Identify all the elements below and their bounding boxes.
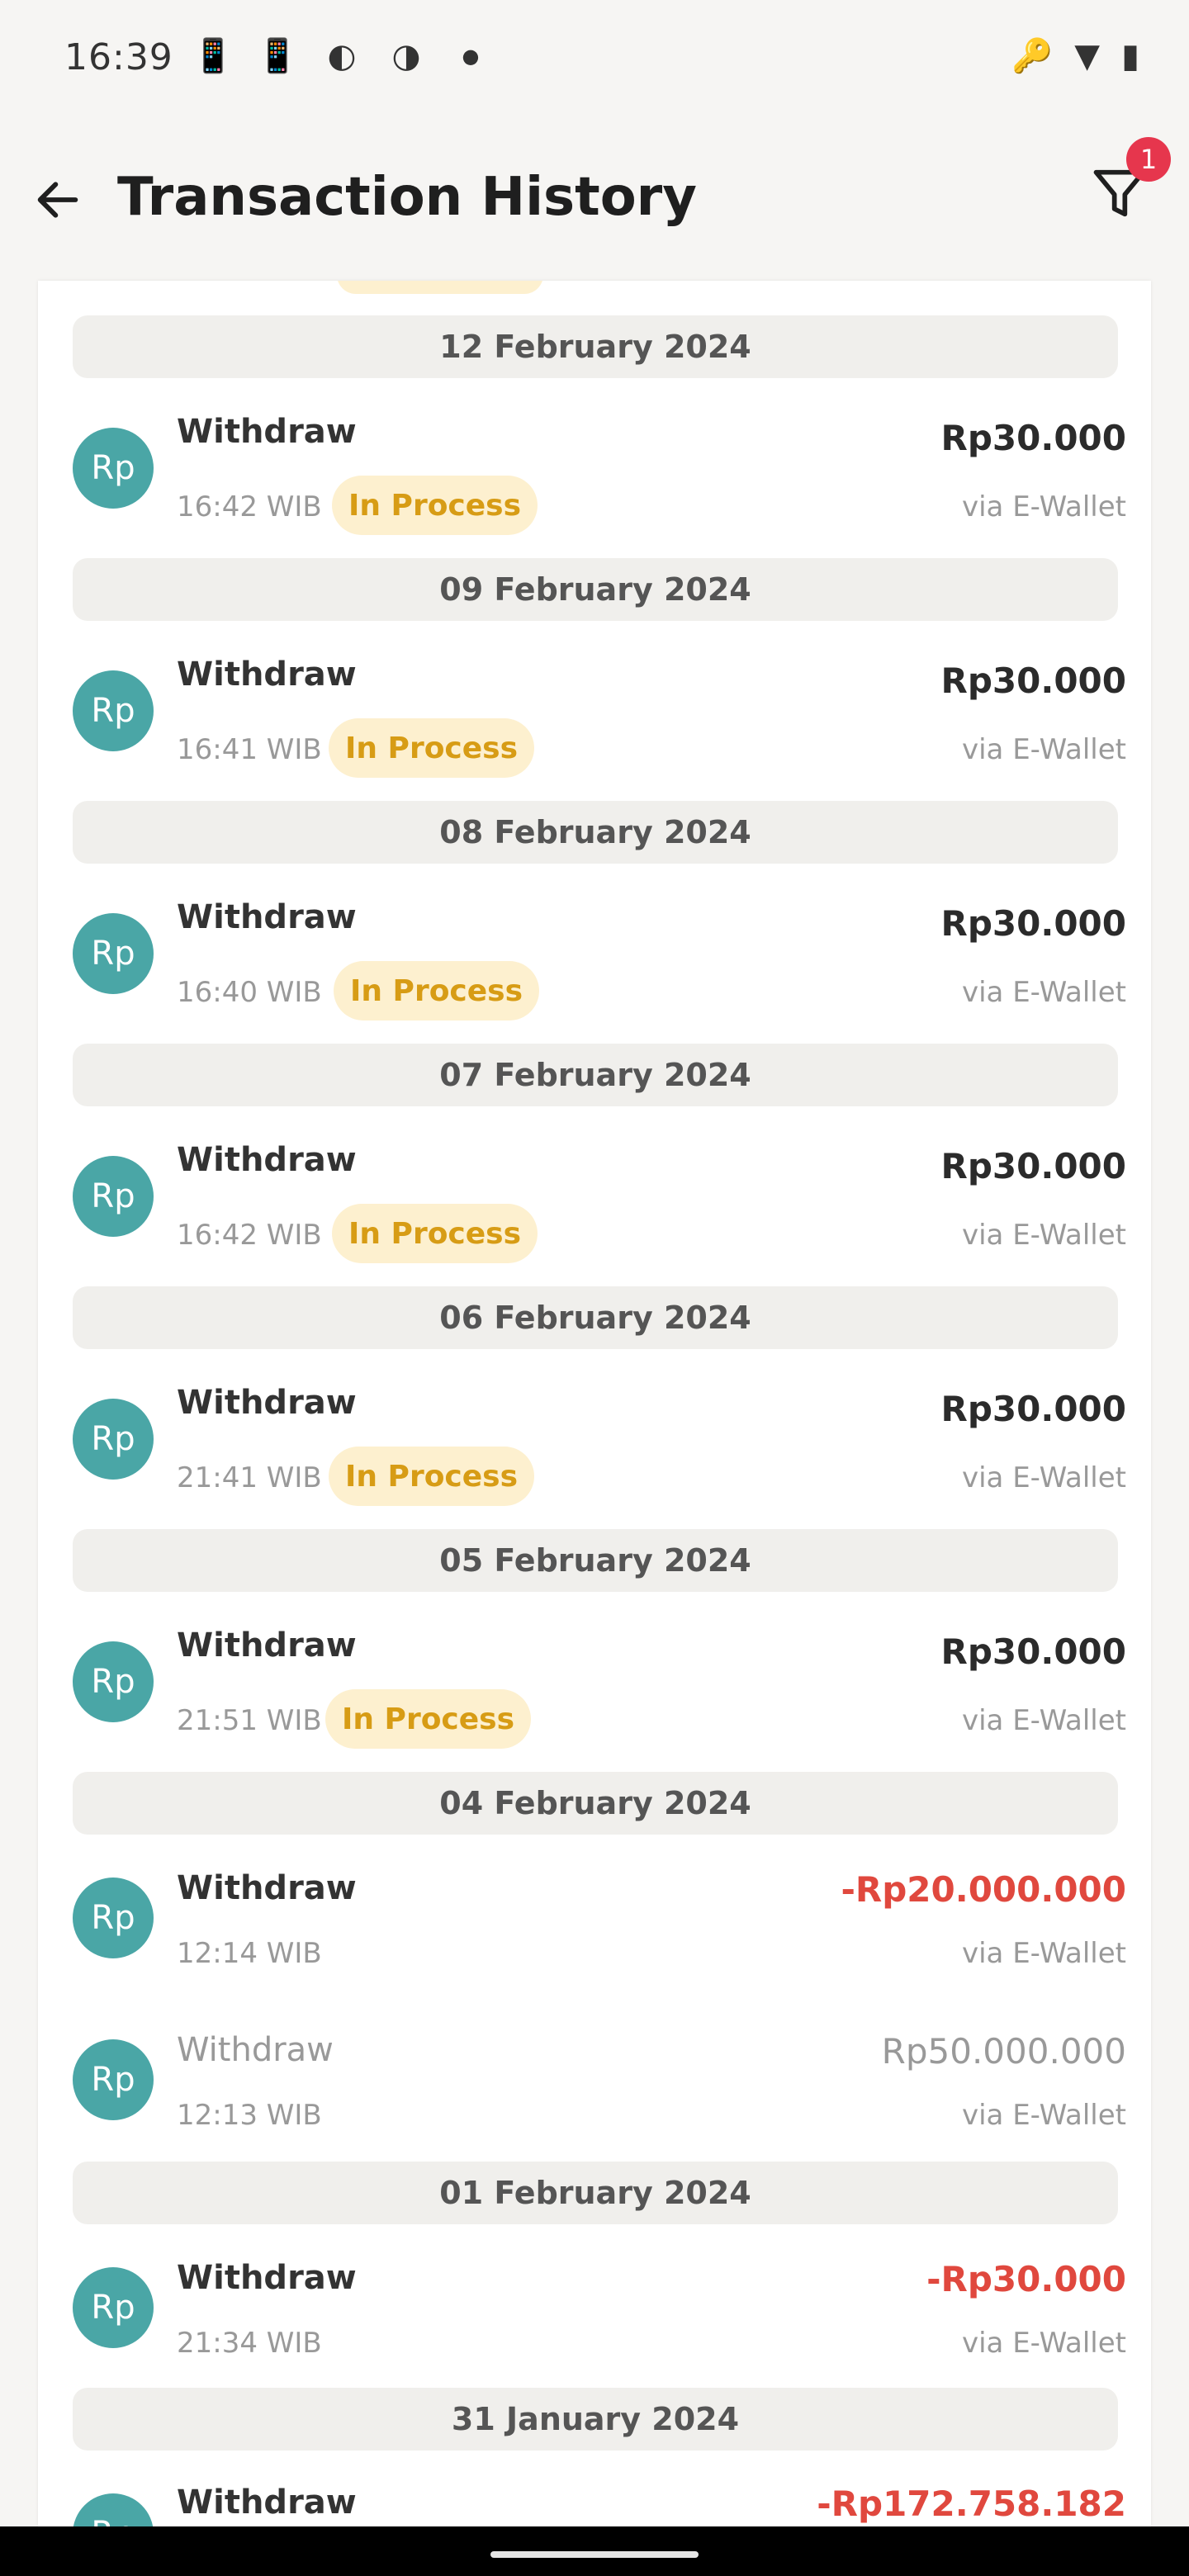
status-badge: In Process <box>329 1447 535 1506</box>
transaction-time: 16:41 WIB <box>177 733 322 766</box>
dot-icon: ● <box>462 44 480 68</box>
avatar: Rp <box>73 2493 154 2526</box>
avatar: Rp <box>73 1878 154 1958</box>
back-button[interactable] <box>25 167 91 233</box>
avatar: Rp <box>73 670 154 751</box>
transaction-method: via E-Wallet <box>961 1461 1126 1494</box>
date-header: 12 February 2024 <box>73 315 1118 378</box>
home-indicator[interactable] <box>490 2551 699 2558</box>
sim-icon: 📱 <box>257 37 298 75</box>
status-time: 16:39 <box>64 36 173 78</box>
date-header: 06 February 2024 <box>73 1286 1118 1349</box>
transaction-method: via E-Wallet <box>961 1219 1126 1252</box>
sim-icon: 📱 <box>192 37 234 75</box>
transaction-amount: Rp30.000 <box>940 1389 1126 1429</box>
key-icon: 🔑 <box>1011 37 1054 75</box>
filter-count-badge: 1 <box>1126 137 1171 182</box>
transaction-list: 12 February 2024 Rp Withdraw 16:42 WIB I… <box>38 281 1151 2526</box>
status-bar: 16:39 📱 📱 ◐ ◑ ● 🔑 ▼ ▮ <box>0 0 1189 116</box>
app-icon: ◑ <box>391 36 421 75</box>
transaction-amount: Rp30.000 <box>940 1146 1126 1186</box>
transaction-amount: Rp30.000 <box>940 418 1126 458</box>
avatar: Rp <box>73 2267 154 2348</box>
transaction-method: via E-Wallet <box>961 2099 1126 2132</box>
transaction-title: Withdraw <box>177 656 357 694</box>
transaction-time: 12:14 WIB <box>177 1937 322 1970</box>
date-header: 07 February 2024 <box>73 1044 1118 1106</box>
transaction-title: Withdraw <box>177 1384 357 1422</box>
date-header: 05 February 2024 <box>73 1529 1118 1592</box>
avatar: Rp <box>73 1156 154 1237</box>
avatar: Rp <box>73 1641 154 1722</box>
status-left-icons: 📱 📱 ◐ ◑ ● <box>192 36 492 76</box>
date-header: 04 February 2024 <box>73 1772 1118 1835</box>
avatar: Rp <box>73 1399 154 1480</box>
wifi-icon: ▼ <box>1074 36 1100 75</box>
transaction-amount: Rp30.000 <box>940 1631 1126 1672</box>
status-badge-partial <box>337 281 543 294</box>
transaction-title: Withdraw <box>177 2259 357 2297</box>
app-icon: ◐ <box>327 36 357 75</box>
date-header: 31 January 2024 <box>73 2388 1118 2451</box>
avatar: Rp <box>73 428 154 509</box>
transaction-amount: Rp30.000 <box>940 661 1126 701</box>
date-header: 09 February 2024 <box>73 558 1118 621</box>
transaction-time: 16:42 WIB <box>177 1219 322 1252</box>
arrow-left-icon <box>37 182 78 218</box>
transaction-time: 21:41 WIB <box>177 1461 322 1494</box>
transaction-amount: Rp50.000.000 <box>881 2031 1126 2072</box>
transaction-title: Withdraw <box>177 1627 357 1664</box>
status-badge: In Process <box>332 476 538 535</box>
battery-icon: ▮ <box>1120 36 1139 75</box>
avatar: Rp <box>73 2039 154 2120</box>
transaction-method: via E-Wallet <box>961 2327 1126 2360</box>
status-badge: In Process <box>334 961 540 1020</box>
transaction-title: Withdraw <box>177 2484 357 2522</box>
date-header: 01 February 2024 <box>73 2162 1118 2224</box>
avatar: Rp <box>73 913 154 994</box>
status-right-icons: 🔑 ▼ ▮ <box>1011 36 1139 76</box>
transaction-time: 12:13 WIB <box>177 2099 322 2132</box>
transaction-title: Withdraw <box>177 898 357 936</box>
app-bar: Transaction History <box>0 116 1189 281</box>
transaction-amount: -Rp30.000 <box>926 2259 1126 2299</box>
transaction-method: via E-Wallet <box>961 490 1126 523</box>
transaction-title: Withdraw <box>177 1141 357 1179</box>
status-badge: In Process <box>332 1204 538 1263</box>
transaction-title: Withdraw <box>177 1869 357 1907</box>
transaction-amount: -Rp20.000.000 <box>841 1869 1126 1910</box>
status-badge: In Process <box>325 1689 532 1749</box>
transaction-time: 21:51 WIB <box>177 1704 322 1737</box>
transaction-amount: Rp30.000 <box>940 903 1126 944</box>
transaction-title: Withdraw <box>177 413 357 451</box>
transaction-method: via E-Wallet <box>961 733 1126 766</box>
transaction-method: via E-Wallet <box>961 976 1126 1009</box>
transaction-method: via E-Wallet <box>961 1937 1126 1970</box>
transaction-time: 21:34 WIB <box>177 2327 322 2360</box>
transaction-time: 16:40 WIB <box>177 976 322 1009</box>
transaction-time: 16:42 WIB <box>177 490 322 523</box>
page-title: Transaction History <box>117 167 697 228</box>
transaction-amount: -Rp172.758.182 <box>817 2484 1126 2524</box>
date-header: 08 February 2024 <box>73 801 1118 864</box>
transaction-method: via E-Wallet <box>961 1704 1126 1737</box>
transaction-title: Withdraw <box>177 2031 334 2069</box>
status-badge: In Process <box>329 718 535 778</box>
